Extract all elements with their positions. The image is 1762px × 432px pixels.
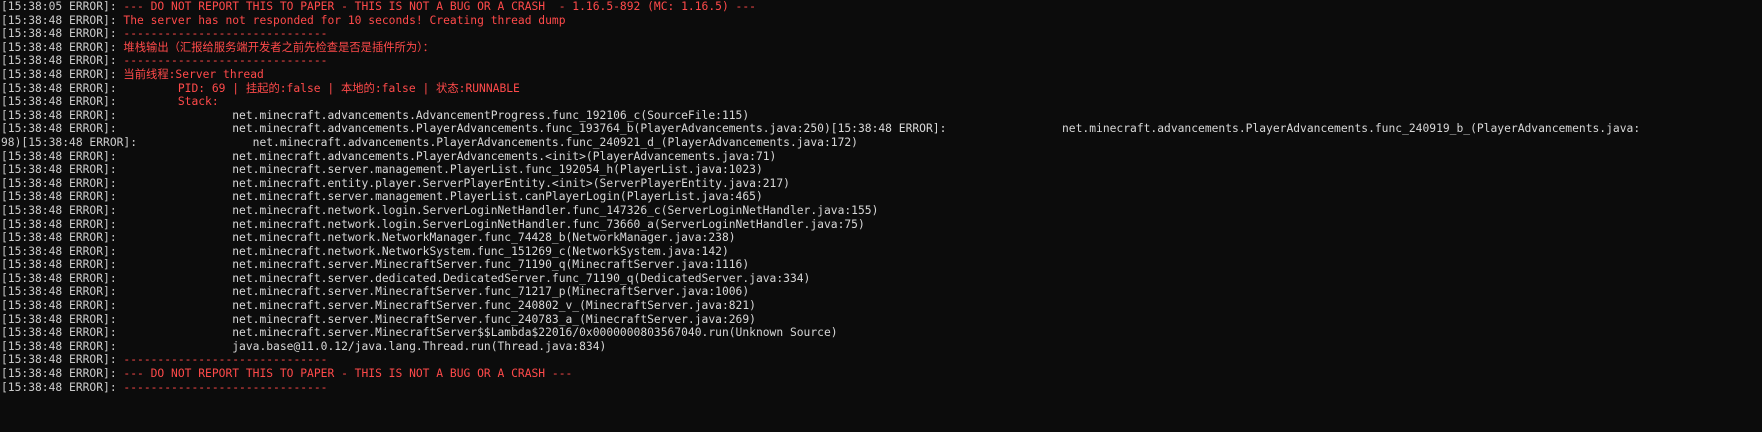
log-line: [15:38:48 ERROR]: 堆栈输出（汇报给服务端开发者之前先检查是否是… xyxy=(1,41,1762,55)
log-timestamp-level: [15:38:48 ERROR]: xyxy=(1,163,117,177)
log-line: [15:38:48 ERROR]: net.minecraft.server.m… xyxy=(1,163,1762,177)
log-timestamp-level: [15:38:48 ERROR]: xyxy=(1,312,117,326)
log-timestamp-level: [15:38:48 ERROR]: xyxy=(1,353,117,367)
stack-frame-text: java.base@11.0.12/java.lang.Thread.run(T… xyxy=(116,339,607,353)
log-line: [15:38:48 ERROR]: net.minecraft.network.… xyxy=(1,218,1762,232)
log-timestamp-level: [15:38:48 ERROR]: xyxy=(1,81,117,95)
log-timestamp-level: [15:38:48 ERROR]: xyxy=(1,258,117,272)
stack-frame-text: net.minecraft.server.management.PlayerLi… xyxy=(116,190,763,204)
log-line: [15:38:48 ERROR]: ----------------------… xyxy=(1,381,1762,395)
log-timestamp-level: [15:38:48 ERROR]: xyxy=(1,122,117,136)
stack-frame-text: net.minecraft.network.NetworkManager.fun… xyxy=(116,231,736,245)
log-line: [15:38:48 ERROR]: ----------------------… xyxy=(1,54,1762,68)
stack-frame-text: net.minecraft.server.management.PlayerLi… xyxy=(116,163,763,177)
log-timestamp-level: [15:38:48 ERROR]: xyxy=(1,271,117,285)
log-message: PID: 69 | 挂起的:false | 本地的:false | 状态:RUN… xyxy=(116,81,520,95)
log-timestamp-level: [15:38:48 ERROR]: xyxy=(1,299,117,313)
log-line: [15:38:48 ERROR]: --- DO NOT REPORT THIS… xyxy=(1,367,1762,381)
log-timestamp-level: [15:38:48 ERROR]: xyxy=(1,176,117,190)
log-line: [15:38:48 ERROR]: net.minecraft.server.M… xyxy=(1,299,1762,313)
stack-frame-text: net.minecraft.entity.player.ServerPlayer… xyxy=(116,176,790,190)
log-timestamp-level: [15:38:48 ERROR]: xyxy=(1,285,117,299)
stack-frame-text: net.minecraft.advancements.PlayerAdvance… xyxy=(116,122,1641,136)
log-line: [15:38:48 ERROR]: net.minecraft.server.M… xyxy=(1,326,1762,340)
log-line: [15:38:48 ERROR]: net.minecraft.advancem… xyxy=(1,150,1762,164)
log-message: --- DO NOT REPORT THIS TO PAPER - THIS I… xyxy=(116,0,756,13)
log-timestamp-level: [15:38:48 ERROR]: xyxy=(1,95,117,109)
log-line: [15:38:48 ERROR]: net.minecraft.advancem… xyxy=(1,109,1762,123)
log-timestamp-level: [15:38:48 ERROR]: xyxy=(1,40,117,54)
stack-frame-text: net.minecraft.server.MinecraftServer$$La… xyxy=(116,326,838,340)
stack-frame-text: net.minecraft.advancements.PlayerAdvance… xyxy=(116,149,777,163)
stack-frame-text: net.minecraft.advancements.PlayerAdvance… xyxy=(137,135,858,149)
stack-frame-text: net.minecraft.server.MinecraftServer.fun… xyxy=(116,285,750,299)
log-line: [15:38:48 ERROR]: net.minecraft.network.… xyxy=(1,204,1762,218)
log-message: 当前线程:Server thread xyxy=(116,67,264,81)
stack-frame-text: net.minecraft.advancements.AdvancementPr… xyxy=(116,108,750,122)
log-line: [15:38:48 ERROR]: net.minecraft.advancem… xyxy=(1,122,1762,136)
log-timestamp-level: [15:38:48 ERROR]: xyxy=(1,54,117,68)
log-timestamp-level: [15:38:48 ERROR]: xyxy=(1,217,117,231)
log-message: ------------------------------ xyxy=(116,54,328,68)
log-line: [15:38:05 ERROR]: --- DO NOT REPORT THIS… xyxy=(1,0,1762,14)
log-timestamp-level: [15:38:48 ERROR]: xyxy=(1,149,117,163)
log-timestamp-level: [15:38:48 ERROR]: xyxy=(1,190,117,204)
log-line: [15:38:48 ERROR]: net.minecraft.server.m… xyxy=(1,190,1762,204)
log-message: ------------------------------ xyxy=(116,27,328,41)
log-timestamp-level: [15:38:48 ERROR]: xyxy=(1,339,117,353)
log-timestamp-level: [15:38:48 ERROR]: xyxy=(1,380,117,394)
log-message: The server has not responded for 10 seco… xyxy=(116,13,566,27)
log-line: [15:38:48 ERROR]: java.base@11.0.12/java… xyxy=(1,340,1762,354)
log-timestamp-level: [15:38:48 ERROR]: xyxy=(1,108,117,122)
log-timestamp-level: [15:38:05 ERROR]: xyxy=(1,0,117,13)
log-message: ------------------------------ xyxy=(116,380,328,394)
stack-frame-text: net.minecraft.server.MinecraftServer.fun… xyxy=(116,312,756,326)
console-output[interactable]: [15:38:05 ERROR]: --- DO NOT REPORT THIS… xyxy=(0,0,1762,432)
log-line: [15:38:48 ERROR]: The server has not res… xyxy=(1,14,1762,28)
log-timestamp-level: [15:38:48 ERROR]: xyxy=(1,367,117,381)
stack-frame-text: net.minecraft.network.login.ServerLoginN… xyxy=(116,203,879,217)
log-timestamp-level: [15:38:48 ERROR]: xyxy=(1,13,117,27)
log-message: 堆栈输出（汇报给服务端开发者之前先检查是否是插件所为）： xyxy=(116,40,435,54)
log-line: [15:38:48 ERROR]: 当前线程:Server thread xyxy=(1,68,1762,82)
stack-frame-text: net.minecraft.server.MinecraftServer.fun… xyxy=(116,299,756,313)
log-message: --- DO NOT REPORT THIS TO PAPER - THIS I… xyxy=(116,367,573,381)
stack-frame-text: net.minecraft.network.login.ServerLoginN… xyxy=(116,217,865,231)
log-line: [15:38:48 ERROR]: net.minecraft.server.d… xyxy=(1,272,1762,286)
log-line: 98)[15:38:48 ERROR]: net.minecraft.advan… xyxy=(1,136,1762,150)
log-line: [15:38:48 ERROR]: ----------------------… xyxy=(1,27,1762,41)
stack-frame-text: net.minecraft.network.NetworkSystem.func… xyxy=(116,244,729,258)
log-timestamp-level: [15:38:48 ERROR]: xyxy=(1,231,117,245)
log-line: [15:38:48 ERROR]: Stack: xyxy=(1,95,1762,109)
log-line: [15:38:48 ERROR]: PID: 69 | 挂起的:false | … xyxy=(1,82,1762,96)
log-timestamp-level: [15:38:48 ERROR]: xyxy=(1,27,117,41)
log-timestamp-level: [15:38:48 ERROR]: xyxy=(1,326,117,340)
stack-frame-text: net.minecraft.server.dedicated.Dedicated… xyxy=(116,271,811,285)
log-line: [15:38:48 ERROR]: net.minecraft.entity.p… xyxy=(1,177,1762,191)
log-line: [15:38:48 ERROR]: net.minecraft.server.M… xyxy=(1,285,1762,299)
log-timestamp-level: [15:38:48 ERROR]: xyxy=(1,203,117,217)
log-line: [15:38:48 ERROR]: ----------------------… xyxy=(1,353,1762,367)
log-timestamp-level: [15:38:48 ERROR]: xyxy=(1,244,117,258)
log-line: [15:38:48 ERROR]: net.minecraft.network.… xyxy=(1,231,1762,245)
log-message: Stack: xyxy=(116,95,219,109)
log-timestamp-level: 98)[15:38:48 ERROR]: xyxy=(1,135,138,149)
log-line: [15:38:48 ERROR]: net.minecraft.network.… xyxy=(1,245,1762,259)
log-line: [15:38:48 ERROR]: net.minecraft.server.M… xyxy=(1,313,1762,327)
log-timestamp-level: [15:38:48 ERROR]: xyxy=(1,67,117,81)
stack-frame-text: net.minecraft.server.MinecraftServer.fun… xyxy=(116,258,750,272)
log-message: ------------------------------ xyxy=(116,353,328,367)
log-line: [15:38:48 ERROR]: net.minecraft.server.M… xyxy=(1,258,1762,272)
